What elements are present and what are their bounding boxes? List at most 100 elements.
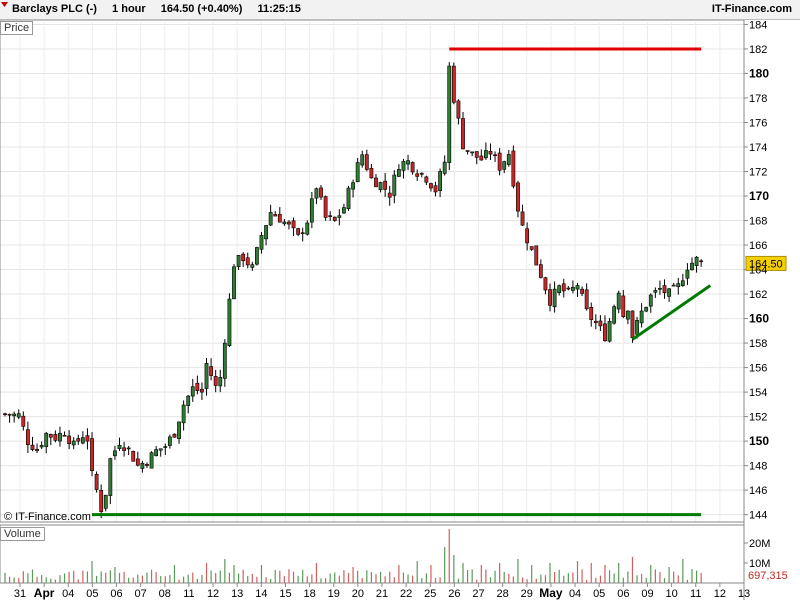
candle-body (694, 256, 699, 266)
x-tick-label: 11 (183, 588, 194, 600)
price-panel-frame (0, 20, 745, 523)
candle-body (163, 446, 168, 448)
candle-body (387, 192, 392, 198)
candle (653, 287, 658, 298)
candle (374, 174, 378, 188)
candle-body (250, 264, 255, 268)
candle-body (401, 161, 406, 171)
y-tick-label: 152 (749, 412, 767, 424)
candle-body (328, 215, 333, 217)
volume-last-value: 697,315 (748, 570, 788, 582)
candle-body (80, 437, 85, 444)
dropdown-arrow-icon[interactable] (0, 0, 9, 9)
candle-body (607, 321, 612, 342)
candle (76, 434, 81, 445)
candle-body (7, 413, 12, 416)
price-panel-label: Price (0, 21, 34, 35)
candle (511, 145, 516, 189)
candle-body (470, 151, 475, 154)
candle-body (653, 290, 658, 293)
x-tick-label: 15 (279, 588, 291, 600)
candle (48, 433, 53, 446)
candle (154, 446, 159, 457)
candle-body (172, 433, 177, 438)
candle-body (108, 458, 113, 496)
candle-body (580, 288, 584, 294)
candle-body (48, 434, 53, 438)
y-tick-label: 184 (749, 20, 767, 31)
candle-body (593, 320, 598, 324)
candle-body (264, 225, 268, 240)
x-tick-label: 19 (328, 588, 340, 600)
candle (145, 462, 149, 469)
candle (690, 257, 694, 271)
candle (648, 293, 653, 313)
candle (90, 432, 94, 477)
candle (346, 185, 351, 211)
candle (639, 303, 644, 328)
candle (589, 302, 594, 327)
candle-body (699, 260, 704, 263)
candle-body (167, 436, 172, 446)
candle (488, 143, 493, 161)
x-tick-label: 21 (376, 588, 388, 600)
candle-body (62, 434, 67, 437)
candle (680, 273, 685, 287)
candle-body (103, 494, 108, 509)
candle (39, 441, 44, 450)
candle-body (71, 440, 76, 446)
candle (149, 451, 154, 469)
candle-body (140, 462, 145, 469)
candle (451, 62, 456, 105)
interval-label: 1 hour (112, 3, 146, 15)
time-label: 11:25:15 (257, 3, 301, 15)
candle-body (506, 154, 511, 165)
candle-body (117, 444, 122, 449)
candle-body (122, 447, 126, 451)
title-bar: Barclays PLC (-) 1 hour 164.50 (+0.40%) … (0, 0, 800, 20)
candle-body (529, 246, 534, 250)
candle (584, 283, 589, 311)
candle-body (479, 155, 484, 161)
candle-body (575, 285, 580, 290)
y-tick-label: 162 (749, 289, 767, 301)
candle-body (25, 429, 30, 445)
candle-body (259, 235, 264, 250)
candle (80, 431, 85, 445)
candle (406, 154, 410, 171)
candle (158, 448, 163, 457)
y-tick-label: 158 (749, 338, 767, 350)
candle-body (190, 386, 195, 397)
candle (296, 227, 301, 237)
candle-body (268, 212, 273, 226)
candle (685, 263, 690, 286)
candle (103, 494, 108, 512)
volume-series (4, 529, 702, 583)
candle-body (424, 176, 429, 183)
candle (392, 170, 397, 204)
y-tick-label: 164 (749, 265, 767, 277)
candle (172, 433, 177, 438)
candle (245, 252, 250, 269)
candle-body (488, 150, 493, 155)
candle-body (378, 182, 383, 191)
axes (0, 20, 748, 600)
y-tick-label: 172 (749, 167, 767, 179)
candle (575, 282, 580, 297)
candle (264, 224, 268, 246)
candle (699, 259, 704, 267)
x-tick-label: 09 (641, 588, 653, 600)
chart-area[interactable]: 164.50 144146148150152154156158160162164… (0, 20, 800, 600)
candle (534, 245, 539, 266)
candle-body (39, 445, 44, 448)
candle (483, 142, 488, 160)
candle-body (12, 413, 17, 417)
x-tick-label: 06 (110, 588, 122, 600)
candle (131, 450, 136, 462)
candle (607, 318, 612, 343)
candle-body (255, 247, 259, 265)
candle (355, 157, 360, 183)
candle (181, 400, 186, 431)
candle (369, 164, 374, 179)
candle-body (447, 65, 452, 163)
